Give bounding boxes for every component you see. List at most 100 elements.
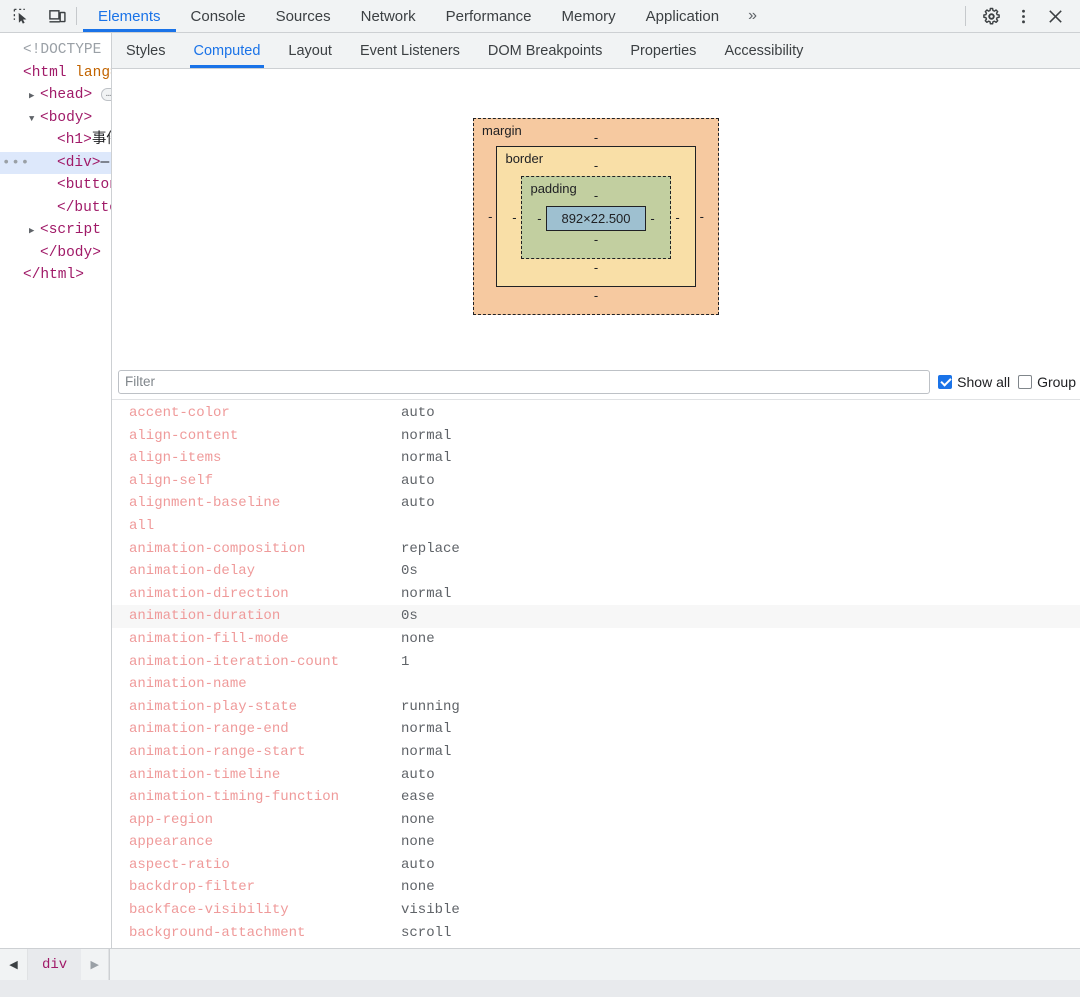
computed-property-value: none xyxy=(401,809,435,832)
tab-accessibility[interactable]: Accessibility xyxy=(710,33,817,68)
tab-dom-breakpoints[interactable]: DOM Breakpoints xyxy=(474,33,616,68)
computed-property-value: none xyxy=(401,876,435,899)
computed-property-value: normal xyxy=(401,447,451,470)
gear-icon[interactable] xyxy=(976,2,1006,30)
filter-input[interactable] xyxy=(118,369,931,394)
dom-node-twisty[interactable]: ▶ xyxy=(29,85,40,108)
computed-property-row[interactable]: all xyxy=(112,515,1080,538)
computed-property-row[interactable]: animation-fill-mode none xyxy=(112,628,1080,651)
kebab-menu-icon[interactable] xyxy=(1008,2,1038,30)
computed-property-row[interactable]: align-self auto xyxy=(112,470,1080,493)
padding-left-value[interactable]: - xyxy=(532,211,546,226)
tab-layout[interactable]: Layout xyxy=(274,33,346,68)
dom-tree-node[interactable]: <!DOCTYPE xyxy=(0,39,111,62)
border-right-value[interactable]: - xyxy=(671,210,685,225)
group-checkbox-box[interactable] xyxy=(1018,374,1033,389)
tab-event-listeners[interactable]: Event Listeners xyxy=(346,33,474,68)
computed-property-row[interactable]: backdrop-filter none xyxy=(112,876,1080,899)
tab-styles[interactable]: Styles xyxy=(112,33,180,68)
box-model-border[interactable]: border - - padding - - 892×22.500 - - - … xyxy=(496,146,696,287)
computed-property-row[interactable]: aspect-ratio auto xyxy=(112,854,1080,877)
margin-left-value[interactable]: - xyxy=(484,209,496,224)
more-tabs-icon[interactable]: » xyxy=(734,0,771,32)
computed-property-row[interactable]: backface-visibility visible xyxy=(112,899,1080,922)
computed-property-name: align-content xyxy=(129,427,239,444)
dom-tree-node[interactable]: <html lang= xyxy=(0,62,111,85)
computed-property-row[interactable]: app-region none xyxy=(112,809,1080,832)
computed-property-value-text: normal xyxy=(401,585,452,602)
computed-property-name: animation-name xyxy=(129,676,247,693)
show-all-checkbox-box[interactable] xyxy=(938,374,953,389)
computed-property-name: app-region xyxy=(129,811,214,828)
computed-property-row[interactable]: animation-timing-function ease xyxy=(112,786,1080,809)
dom-node-twisty[interactable]: ▼ xyxy=(29,108,40,131)
margin-right-value[interactable]: - xyxy=(696,209,708,224)
tab-sources[interactable]: Sources xyxy=(261,0,346,32)
computed-property-row[interactable]: animation-play-state running xyxy=(112,696,1080,719)
computed-property-row[interactable]: accent-color auto xyxy=(112,402,1080,425)
tab-computed[interactable]: Computed xyxy=(180,33,275,68)
dom-tree-panel[interactable]: <!DOCTYPE <html lang=▶<head> …▼<body><h1… xyxy=(0,33,111,948)
computed-property-row[interactable]: animation-direction normal xyxy=(112,583,1080,606)
tab-network[interactable]: Network xyxy=(346,0,431,32)
dom-tree-node[interactable]: ▶<head> … xyxy=(0,84,111,107)
computed-property-row[interactable]: animation-range-end normal xyxy=(112,718,1080,741)
computed-properties-list[interactable]: accent-color auto align-content normal align… xyxy=(112,400,1080,948)
computed-property-row[interactable]: animation-name xyxy=(112,673,1080,696)
box-model-content-size[interactable]: 892×22.500 xyxy=(546,206,646,231)
computed-property-value: none xyxy=(401,831,435,854)
margin-bottom-value[interactable]: - xyxy=(484,287,708,304)
computed-property-row[interactable]: animation-delay 0s xyxy=(112,560,1080,583)
dom-tree-node[interactable]: </html> xyxy=(0,264,111,287)
padding-right-value[interactable]: - xyxy=(646,211,660,226)
computed-property-row[interactable]: align-content normal xyxy=(112,425,1080,448)
computed-property-value: 0s xyxy=(401,605,418,628)
computed-property-value: 1 xyxy=(401,651,409,674)
computed-property-row[interactable]: animation-range-start normal xyxy=(112,741,1080,764)
box-model-margin[interactable]: margin - - border - - padding - - 892×22… xyxy=(473,118,719,315)
tab-performance[interactable]: Performance xyxy=(431,0,547,32)
panel-tabs: Elements Console Sources Network Perform… xyxy=(83,0,734,32)
margin-label: margin xyxy=(482,123,522,138)
dom-tree-node[interactable]: ▼ <body> xyxy=(0,107,111,130)
padding-bottom-value[interactable]: - xyxy=(532,231,659,248)
computed-property-row[interactable]: align-items normal xyxy=(112,447,1080,470)
computed-property-row[interactable]: appearance none xyxy=(112,831,1080,854)
tab-properties[interactable]: Properties xyxy=(616,33,710,68)
close-icon[interactable] xyxy=(1040,2,1070,30)
computed-property-value-text: auto xyxy=(401,495,435,512)
dom-tree-node[interactable]: <button xyxy=(0,174,111,197)
show-all-checkbox[interactable]: Show all xyxy=(938,374,1010,390)
breadcrumb-next-icon[interactable]: ▶ xyxy=(81,949,110,980)
computed-property-row[interactable]: animation-timeline auto xyxy=(112,764,1080,787)
dom-tree-node[interactable]: ••• <div>— xyxy=(0,151,111,174)
inspect-element-icon[interactable] xyxy=(8,3,34,29)
computed-property-row[interactable]: animation-composition replace xyxy=(112,538,1080,561)
border-bottom-value[interactable]: - xyxy=(507,259,684,276)
dom-tree-node[interactable]: </body> xyxy=(0,242,111,265)
computed-property-row[interactable]: animation-iteration-count 1 xyxy=(112,651,1080,674)
dom-node-twisty[interactable]: ▶ xyxy=(29,220,40,243)
tab-memory[interactable]: Memory xyxy=(547,0,631,32)
computed-property-value-text: replace xyxy=(401,540,460,557)
computed-property-value: running xyxy=(401,696,460,719)
computed-property-row[interactable]: alignment-baseline auto xyxy=(112,492,1080,515)
device-toolbar-icon[interactable] xyxy=(44,3,70,29)
breadcrumb-item-div[interactable]: div xyxy=(28,949,82,980)
computed-property-name: background-attachment xyxy=(129,924,306,941)
dom-tree-node[interactable]: </butto xyxy=(0,197,111,220)
breadcrumb-prev-icon[interactable]: ◀ xyxy=(0,949,28,980)
dom-tree-node[interactable]: ▶ <script xyxy=(0,219,111,242)
box-model-padding[interactable]: padding - - 892×22.500 - - xyxy=(521,176,671,259)
computed-property-row[interactable]: background-attachment scroll xyxy=(112,922,1080,945)
computed-property-value-text: visible xyxy=(401,902,460,919)
border-left-value[interactable]: - xyxy=(507,210,521,225)
computed-property-name: animation-timing-function xyxy=(129,789,340,806)
computed-property-row[interactable]: animation-duration 0s xyxy=(112,605,1080,628)
computed-property-name: accent-color xyxy=(129,405,230,421)
tab-application[interactable]: Application xyxy=(631,0,734,32)
dom-tree-node[interactable]: <h1>事件 xyxy=(0,129,111,152)
tab-elements[interactable]: Elements xyxy=(83,0,176,32)
tab-console[interactable]: Console xyxy=(176,0,261,32)
group-checkbox[interactable]: Group xyxy=(1018,374,1076,390)
